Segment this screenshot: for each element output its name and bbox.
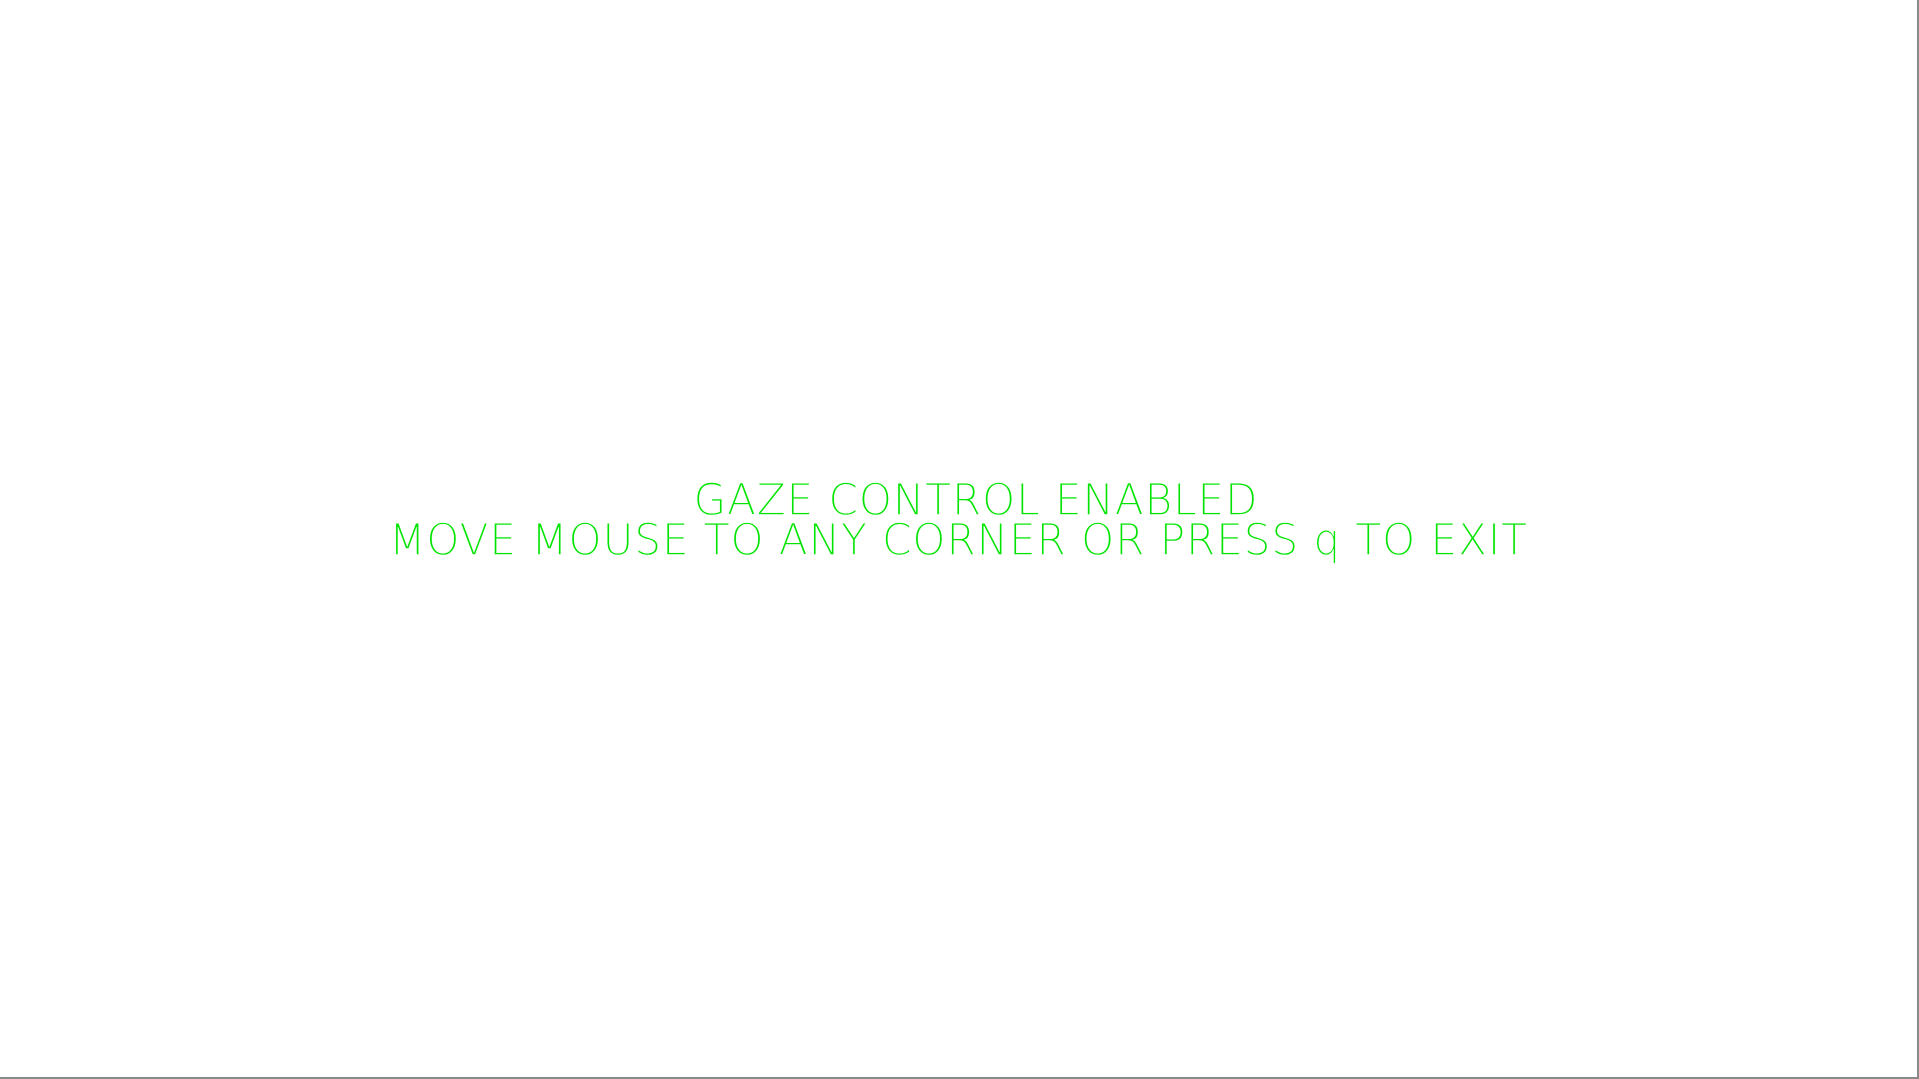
fullscreen-overlay[interactable]: GAZE CONTROL ENABLED MOVE MOUSE TO ANY C… bbox=[0, 0, 1919, 1079]
exit-instruction-text: MOVE MOUSE TO ANY CORNER OR PRESS q TO E… bbox=[389, 514, 1528, 565]
overlay-message: GAZE CONTROL ENABLED MOVE MOUSE TO ANY C… bbox=[0, 478, 1917, 565]
